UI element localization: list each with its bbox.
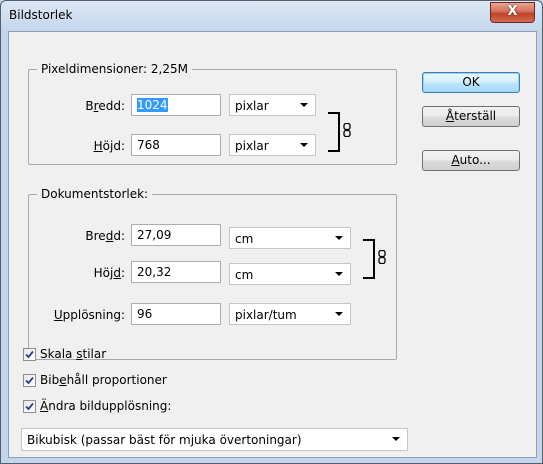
pixel-link-bracket [328, 112, 340, 152]
ok-button[interactable]: OK [422, 72, 520, 93]
auto-button[interactable]: Auto... [422, 150, 520, 171]
checkmark-icon [25, 350, 34, 359]
document-height-input[interactable]: 20,32 [131, 261, 221, 283]
dialog-body: Pixeldimensioner: 2,25M Bredd: 1024 pixl… [8, 31, 537, 458]
chevron-down-icon [392, 437, 400, 441]
chevron-down-icon [300, 143, 308, 147]
chevron-down-icon [300, 103, 308, 107]
dialog-title: Bildstorlek [9, 8, 73, 22]
resolution-label: Upplösning: [53, 308, 125, 322]
pixel-height-label: Höjd: [93, 139, 125, 153]
close-button[interactable]: X [490, 2, 535, 23]
resolution-unit-select[interactable]: pixlar/tum [229, 303, 351, 325]
constrain-proportions-label[interactable]: Bibehåll proportioner [40, 373, 167, 387]
document-height-unit-select[interactable]: cm [229, 263, 351, 285]
document-link-bracket [363, 239, 375, 279]
document-width-label: Bredd: [85, 229, 125, 243]
checkmark-icon [25, 376, 34, 385]
checkmark-icon [25, 402, 34, 411]
resample-image-label[interactable]: Ändra bildupplösning: [40, 399, 171, 413]
chain-link-icon [378, 250, 386, 264]
pixel-height-unit-select[interactable]: pixlar [229, 134, 316, 156]
pixel-dimensions-legend: Pixeldimensioner: 2,25M [37, 62, 192, 76]
title-bar[interactable]: Bildstorlek X [1, 1, 542, 31]
document-width-unit-select[interactable]: cm [229, 227, 351, 249]
pixel-height-input[interactable]: 768 [131, 134, 221, 156]
scale-styles-checkbox[interactable] [23, 348, 36, 361]
resample-image-checkbox[interactable] [23, 400, 36, 413]
constrain-proportions-checkbox[interactable] [23, 374, 36, 387]
pixel-width-unit-select[interactable]: pixlar [229, 94, 316, 116]
scale-styles-label[interactable]: Skala stilar [40, 347, 106, 361]
image-size-dialog: Bildstorlek X Pixeldimensioner: 2,25M Br… [0, 0, 543, 464]
document-height-label: Höjd: [93, 266, 125, 280]
document-width-input[interactable]: 27,09 [131, 224, 221, 246]
close-icon: X [507, 4, 518, 19]
pixel-width-input[interactable]: 1024 [131, 94, 221, 116]
resolution-input[interactable]: 96 [131, 303, 221, 325]
resample-method-select[interactable]: Bikubisk (passar bäst för mjuka övertoni… [21, 428, 408, 451]
pixel-width-label: Bredd: [85, 99, 125, 113]
document-size-legend: Dokumentstorlek: [37, 187, 153, 201]
chevron-down-icon [335, 236, 343, 240]
chevron-down-icon [335, 272, 343, 276]
reset-button[interactable]: Återställ [422, 106, 520, 127]
chain-link-icon [343, 123, 351, 137]
chevron-down-icon [335, 312, 343, 316]
